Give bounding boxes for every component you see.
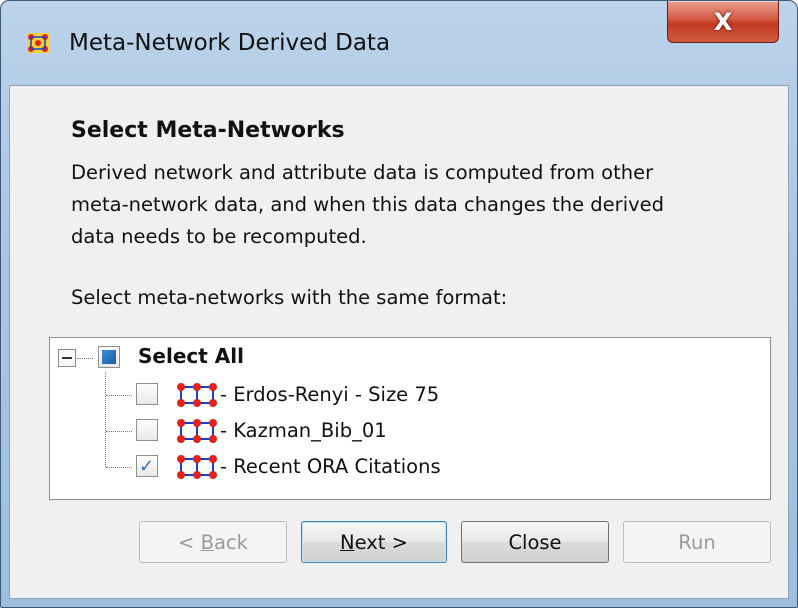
next-button[interactable]: Next > xyxy=(301,521,447,563)
back-button-mnemonic: B xyxy=(200,530,214,554)
run-button[interactable]: Run xyxy=(623,521,771,563)
back-button[interactable]: < Back xyxy=(139,521,287,563)
network-checkbox-erdos-renyi[interactable] xyxy=(136,383,158,405)
network-label-erdos-renyi[interactable]: - Erdos-Renyi - Size 75 xyxy=(220,383,439,406)
meta-network-tree[interactable]: Select All - Erdos-Renyi - Size 75 - Kaz… xyxy=(49,337,771,500)
tree-connector xyxy=(106,431,132,432)
back-button-prefix: < xyxy=(178,530,201,554)
select-instructions: Select meta-networks with the same forma… xyxy=(71,286,508,309)
back-button-rest: ack xyxy=(213,530,248,554)
network-label-kazman[interactable]: - Kazman_Bib_01 xyxy=(220,419,387,442)
dialog-window: Meta-Network Derived Data X Select Meta-… xyxy=(0,0,798,608)
description: Derived network and attribute data is co… xyxy=(71,157,771,253)
window-title: Meta-Network Derived Data xyxy=(69,30,391,56)
page-heading: Select Meta-Networks xyxy=(71,118,345,143)
tree-connector xyxy=(106,467,132,468)
close-icon: X xyxy=(713,7,733,36)
description-line: Derived network and attribute data is co… xyxy=(71,161,654,184)
tree-connector xyxy=(106,395,132,396)
close-button[interactable]: Close xyxy=(461,521,609,563)
app-icon xyxy=(27,33,49,53)
description-line: data needs to be recomputed. xyxy=(71,225,367,248)
tree-connector xyxy=(105,372,106,467)
collapse-toggle[interactable] xyxy=(58,349,76,367)
tree-connector xyxy=(77,358,93,359)
title-bar[interactable]: Meta-Network Derived Data X xyxy=(1,1,797,85)
next-button-rest: ext > xyxy=(354,530,408,554)
description-line: meta-network data, and when this data ch… xyxy=(71,193,665,216)
select-all-label[interactable]: Select All xyxy=(138,344,244,368)
select-all-checkbox[interactable] xyxy=(98,346,120,368)
meta-network-icon xyxy=(177,419,217,443)
next-button-mnemonic: N xyxy=(340,530,355,554)
window-close-button[interactable]: X xyxy=(667,1,779,43)
network-checkbox-recent-ora[interactable]: ✓ xyxy=(136,455,158,477)
network-label-recent-ora[interactable]: - Recent ORA Citations xyxy=(220,455,441,478)
meta-network-icon xyxy=(177,455,217,479)
network-checkbox-kazman[interactable] xyxy=(136,419,158,441)
meta-network-icon xyxy=(177,383,217,407)
checkmark-icon: ✓ xyxy=(139,456,155,477)
